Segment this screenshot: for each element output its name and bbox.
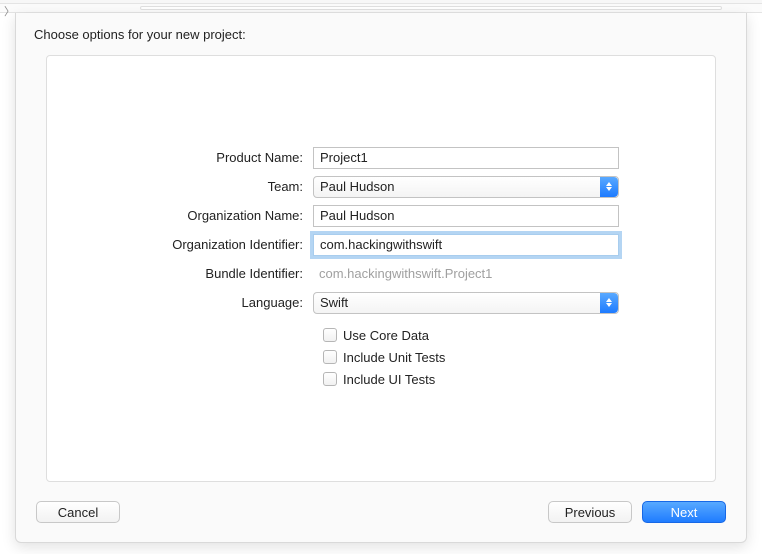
use-core-data-checkbox[interactable] <box>323 328 337 342</box>
bundle-identifier-value: com.hackingwithswift.Project1 <box>313 266 492 281</box>
organization-name-label: Organization Name: <box>47 208 313 223</box>
team-popup[interactable]: Paul Hudson <box>313 176 619 198</box>
back-chevron-icon: 〉 <box>4 3 15 19</box>
button-bar: Cancel Previous Next <box>16 492 746 542</box>
include-unit-tests-label: Include Unit Tests <box>343 350 445 365</box>
product-name-input[interactable] <box>313 147 619 169</box>
team-value: Paul Hudson <box>320 179 394 194</box>
new-project-options-sheet: Choose options for your new project: Pro… <box>15 13 747 543</box>
include-ui-tests-label: Include UI Tests <box>343 372 435 387</box>
options-form: Product Name: Team: Paul Hudson Organiza… <box>46 55 716 482</box>
organization-identifier-label: Organization Identifier: <box>47 237 313 252</box>
include-unit-tests-checkbox[interactable] <box>323 350 337 364</box>
popup-arrows-icon <box>600 293 618 313</box>
language-popup[interactable]: Swift <box>313 292 619 314</box>
language-label: Language: <box>47 295 313 310</box>
team-label: Team: <box>47 179 313 194</box>
language-value: Swift <box>320 295 348 310</box>
previous-button[interactable]: Previous <box>548 501 632 523</box>
popup-arrows-icon <box>600 177 618 197</box>
include-ui-tests-checkbox[interactable] <box>323 372 337 386</box>
bundle-identifier-label: Bundle Identifier: <box>47 266 313 281</box>
organization-identifier-input[interactable] <box>313 234 619 256</box>
use-core-data-label: Use Core Data <box>343 328 429 343</box>
next-button[interactable]: Next <box>642 501 726 523</box>
cancel-button[interactable]: Cancel <box>36 501 120 523</box>
product-name-label: Product Name: <box>47 150 313 165</box>
sheet-title: Choose options for your new project: <box>16 13 746 42</box>
organization-name-input[interactable] <box>313 205 619 227</box>
